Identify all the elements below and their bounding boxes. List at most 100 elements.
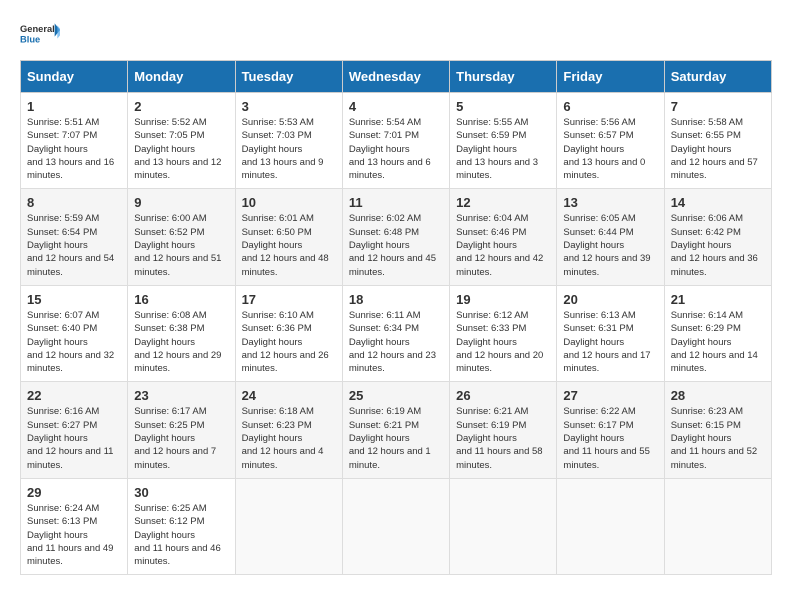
day-info: Sunrise: 6:02 AM Sunset: 6:48 PM Dayligh… — [349, 212, 443, 278]
calendar-cell: 24 Sunrise: 6:18 AM Sunset: 6:23 PM Dayl… — [235, 382, 342, 478]
calendar-cell: 11 Sunrise: 6:02 AM Sunset: 6:48 PM Dayl… — [342, 189, 449, 285]
day-number: 13 — [563, 195, 657, 210]
day-number: 25 — [349, 388, 443, 403]
calendar-cell: 17 Sunrise: 6:10 AM Sunset: 6:36 PM Dayl… — [235, 285, 342, 381]
day-info: Sunrise: 6:06 AM Sunset: 6:42 PM Dayligh… — [671, 212, 765, 278]
calendar-cell: 27 Sunrise: 6:22 AM Sunset: 6:17 PM Dayl… — [557, 382, 664, 478]
day-number: 14 — [671, 195, 765, 210]
calendar-week-row: 22 Sunrise: 6:16 AM Sunset: 6:27 PM Dayl… — [21, 382, 772, 478]
day-number: 28 — [671, 388, 765, 403]
calendar-cell: 4 Sunrise: 5:54 AM Sunset: 7:01 PM Dayli… — [342, 93, 449, 189]
calendar-header-row: SundayMondayTuesdayWednesdayThursdayFrid… — [21, 61, 772, 93]
calendar-cell: 3 Sunrise: 5:53 AM Sunset: 7:03 PM Dayli… — [235, 93, 342, 189]
column-header-thursday: Thursday — [450, 61, 557, 93]
title-section — [80, 20, 772, 22]
calendar-week-row: 1 Sunrise: 5:51 AM Sunset: 7:07 PM Dayli… — [21, 93, 772, 189]
day-info: Sunrise: 6:10 AM Sunset: 6:36 PM Dayligh… — [242, 309, 336, 375]
calendar-cell — [235, 478, 342, 574]
day-number: 24 — [242, 388, 336, 403]
day-number: 20 — [563, 292, 657, 307]
calendar-cell: 10 Sunrise: 6:01 AM Sunset: 6:50 PM Dayl… — [235, 189, 342, 285]
day-info: Sunrise: 6:21 AM Sunset: 6:19 PM Dayligh… — [456, 405, 550, 471]
day-info: Sunrise: 6:23 AM Sunset: 6:15 PM Dayligh… — [671, 405, 765, 471]
day-info: Sunrise: 6:24 AM Sunset: 6:13 PM Dayligh… — [27, 502, 121, 568]
calendar-cell: 5 Sunrise: 5:55 AM Sunset: 6:59 PM Dayli… — [450, 93, 557, 189]
day-info: Sunrise: 6:11 AM Sunset: 6:34 PM Dayligh… — [349, 309, 443, 375]
calendar-cell: 21 Sunrise: 6:14 AM Sunset: 6:29 PM Dayl… — [664, 285, 771, 381]
day-number: 26 — [456, 388, 550, 403]
day-info: Sunrise: 6:07 AM Sunset: 6:40 PM Dayligh… — [27, 309, 121, 375]
day-info: Sunrise: 6:25 AM Sunset: 6:12 PM Dayligh… — [134, 502, 228, 568]
day-info: Sunrise: 5:59 AM Sunset: 6:54 PM Dayligh… — [27, 212, 121, 278]
day-number: 29 — [27, 485, 121, 500]
calendar-cell — [450, 478, 557, 574]
day-number: 10 — [242, 195, 336, 210]
day-info: Sunrise: 6:16 AM Sunset: 6:27 PM Dayligh… — [27, 405, 121, 471]
calendar-cell: 26 Sunrise: 6:21 AM Sunset: 6:19 PM Dayl… — [450, 382, 557, 478]
column-header-tuesday: Tuesday — [235, 61, 342, 93]
calendar-cell: 8 Sunrise: 5:59 AM Sunset: 6:54 PM Dayli… — [21, 189, 128, 285]
day-info: Sunrise: 5:56 AM Sunset: 6:57 PM Dayligh… — [563, 116, 657, 182]
day-number: 2 — [134, 99, 228, 114]
column-header-monday: Monday — [128, 61, 235, 93]
day-number: 3 — [242, 99, 336, 114]
day-info: Sunrise: 6:01 AM Sunset: 6:50 PM Dayligh… — [242, 212, 336, 278]
logo: General Blue — [20, 20, 60, 50]
calendar-cell: 16 Sunrise: 6:08 AM Sunset: 6:38 PM Dayl… — [128, 285, 235, 381]
calendar-cell: 12 Sunrise: 6:04 AM Sunset: 6:46 PM Dayl… — [450, 189, 557, 285]
calendar-cell: 6 Sunrise: 5:56 AM Sunset: 6:57 PM Dayli… — [557, 93, 664, 189]
day-number: 19 — [456, 292, 550, 307]
day-number: 12 — [456, 195, 550, 210]
day-number: 1 — [27, 99, 121, 114]
day-info: Sunrise: 6:19 AM Sunset: 6:21 PM Dayligh… — [349, 405, 443, 471]
day-number: 5 — [456, 99, 550, 114]
calendar-week-row: 8 Sunrise: 5:59 AM Sunset: 6:54 PM Dayli… — [21, 189, 772, 285]
page-header: General Blue — [20, 20, 772, 50]
day-info: Sunrise: 6:04 AM Sunset: 6:46 PM Dayligh… — [456, 212, 550, 278]
calendar-cell: 25 Sunrise: 6:19 AM Sunset: 6:21 PM Dayl… — [342, 382, 449, 478]
day-info: Sunrise: 6:17 AM Sunset: 6:25 PM Dayligh… — [134, 405, 228, 471]
calendar-cell: 15 Sunrise: 6:07 AM Sunset: 6:40 PM Dayl… — [21, 285, 128, 381]
day-info: Sunrise: 6:18 AM Sunset: 6:23 PM Dayligh… — [242, 405, 336, 471]
day-info: Sunrise: 6:05 AM Sunset: 6:44 PM Dayligh… — [563, 212, 657, 278]
calendar-week-row: 29 Sunrise: 6:24 AM Sunset: 6:13 PM Dayl… — [21, 478, 772, 574]
day-info: Sunrise: 5:54 AM Sunset: 7:01 PM Dayligh… — [349, 116, 443, 182]
day-number: 7 — [671, 99, 765, 114]
calendar-cell — [557, 478, 664, 574]
calendar-cell: 28 Sunrise: 6:23 AM Sunset: 6:15 PM Dayl… — [664, 382, 771, 478]
calendar-cell: 9 Sunrise: 6:00 AM Sunset: 6:52 PM Dayli… — [128, 189, 235, 285]
svg-text:Blue: Blue — [20, 35, 40, 45]
calendar-cell: 19 Sunrise: 6:12 AM Sunset: 6:33 PM Dayl… — [450, 285, 557, 381]
calendar-cell: 23 Sunrise: 6:17 AM Sunset: 6:25 PM Dayl… — [128, 382, 235, 478]
calendar-cell — [342, 478, 449, 574]
day-number: 9 — [134, 195, 228, 210]
day-number: 15 — [27, 292, 121, 307]
column-header-saturday: Saturday — [664, 61, 771, 93]
svg-text:General: General — [20, 24, 55, 34]
calendar-cell: 13 Sunrise: 6:05 AM Sunset: 6:44 PM Dayl… — [557, 189, 664, 285]
logo-image: General Blue — [20, 20, 60, 50]
day-info: Sunrise: 6:14 AM Sunset: 6:29 PM Dayligh… — [671, 309, 765, 375]
calendar-cell: 20 Sunrise: 6:13 AM Sunset: 6:31 PM Dayl… — [557, 285, 664, 381]
day-info: Sunrise: 6:08 AM Sunset: 6:38 PM Dayligh… — [134, 309, 228, 375]
calendar-cell: 1 Sunrise: 5:51 AM Sunset: 7:07 PM Dayli… — [21, 93, 128, 189]
calendar-cell — [664, 478, 771, 574]
day-number: 17 — [242, 292, 336, 307]
day-number: 30 — [134, 485, 228, 500]
day-info: Sunrise: 6:00 AM Sunset: 6:52 PM Dayligh… — [134, 212, 228, 278]
day-number: 11 — [349, 195, 443, 210]
calendar-table: SundayMondayTuesdayWednesdayThursdayFrid… — [20, 60, 772, 575]
day-info: Sunrise: 5:58 AM Sunset: 6:55 PM Dayligh… — [671, 116, 765, 182]
day-info: Sunrise: 5:55 AM Sunset: 6:59 PM Dayligh… — [456, 116, 550, 182]
day-info: Sunrise: 6:12 AM Sunset: 6:33 PM Dayligh… — [456, 309, 550, 375]
day-number: 8 — [27, 195, 121, 210]
day-number: 27 — [563, 388, 657, 403]
calendar-week-row: 15 Sunrise: 6:07 AM Sunset: 6:40 PM Dayl… — [21, 285, 772, 381]
day-number: 23 — [134, 388, 228, 403]
calendar-cell: 30 Sunrise: 6:25 AM Sunset: 6:12 PM Dayl… — [128, 478, 235, 574]
day-info: Sunrise: 5:51 AM Sunset: 7:07 PM Dayligh… — [27, 116, 121, 182]
calendar-cell: 7 Sunrise: 5:58 AM Sunset: 6:55 PM Dayli… — [664, 93, 771, 189]
day-info: Sunrise: 5:53 AM Sunset: 7:03 PM Dayligh… — [242, 116, 336, 182]
day-info: Sunrise: 5:52 AM Sunset: 7:05 PM Dayligh… — [134, 116, 228, 182]
day-number: 22 — [27, 388, 121, 403]
